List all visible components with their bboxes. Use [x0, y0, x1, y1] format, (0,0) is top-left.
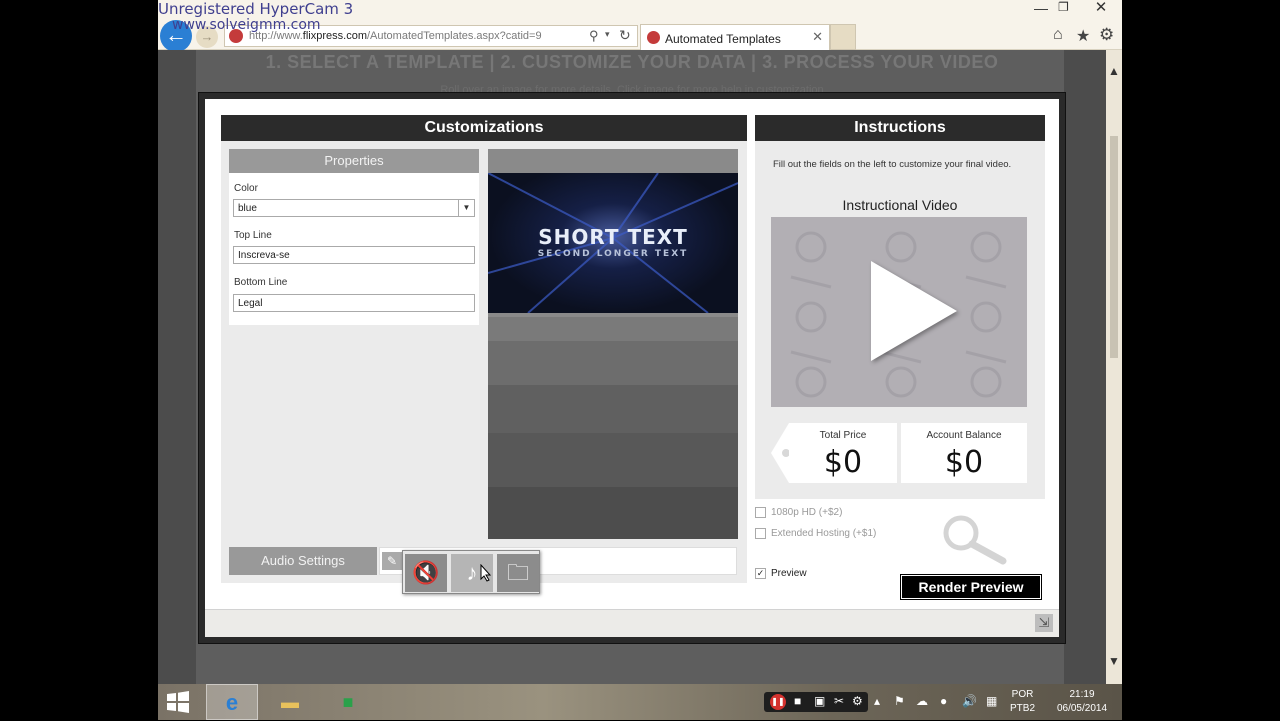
store-icon[interactable]: ■ — [322, 684, 374, 720]
account-balance-value: $0 — [944, 445, 984, 480]
instructional-video-title: Instructional Video — [842, 197, 958, 213]
properties-box: Properties Color blue ▼ Top Line Inscrev… — [229, 149, 479, 325]
audio-settings-button[interactable]: Audio Settings — [229, 547, 377, 575]
chevron-down-icon[interactable]: ▼ — [458, 200, 474, 216]
record-pause-icon[interactable]: ❚❚ — [770, 694, 786, 710]
favorites-icon[interactable]: ★ — [1076, 26, 1090, 46]
option-preview[interactable]: ✓ Preview — [755, 568, 807, 582]
hd-checkbox[interactable] — [755, 507, 766, 518]
antivirus-icon[interactable]: ● — [940, 694, 947, 708]
preview-title-text: SHORT TEXT — [538, 225, 688, 249]
color-select[interactable]: blue ▼ — [233, 199, 475, 217]
home-icon[interactable]: ⌂ — [1053, 26, 1063, 44]
total-price-value: $0 — [823, 445, 863, 480]
windows-start-icon[interactable] — [166, 690, 190, 714]
instructions-panel: Instructions Fill out the fields on the … — [755, 115, 1045, 499]
page-scrollbar[interactable]: ▲ ▼ — [1106, 50, 1122, 684]
preview-placeholder-bands — [488, 317, 738, 539]
url-path: /AutomatedTemplates.aspx?catid=9 — [366, 30, 542, 42]
stop-icon[interactable]: ■ — [794, 694, 801, 708]
bottom-line-label: Bottom Line — [234, 277, 288, 288]
language-indicator[interactable]: POR PTB2 — [1010, 688, 1035, 716]
address-dropdown-icon[interactable]: ▾ — [605, 29, 610, 40]
network-icon[interactable]: ▦ — [986, 694, 997, 708]
flag-icon[interactable]: ⚑ — [894, 694, 905, 708]
customizations-panel: Customizations Properties Color blue ▼ T… — [221, 115, 747, 583]
edit-icon[interactable]: ✎ — [382, 552, 402, 570]
account-balance-label: Account Balance — [926, 430, 1002, 441]
clock-date: 06/05/2014 — [1056, 703, 1108, 714]
template-preview-image[interactable]: SHORT TEXT SECOND LONGER TEXT — [488, 173, 738, 313]
cloud-icon[interactable]: ☁ — [916, 694, 928, 708]
clock-time: 21:19 — [1069, 689, 1095, 700]
browser-window: ← → http://www.flixpress.com/AutomatedTe… — [158, 0, 1122, 684]
page-content: 1. SELECT A TEMPLATE | 2. CUSTOMIZE YOUR… — [158, 50, 1106, 684]
option-hd[interactable]: 1080p HD (+$2) — [755, 507, 842, 521]
search-icon[interactable]: ⚲ — [589, 28, 599, 44]
settings-icon[interactable]: ⚙ — [852, 694, 863, 708]
bottom-line-input[interactable]: Legal — [233, 294, 475, 312]
keyboard-layout: PTB2 — [1010, 703, 1036, 714]
new-tab-button[interactable] — [830, 24, 856, 50]
modal-footer: ⇲ — [205, 609, 1059, 637]
screen: ← → http://www.flixpress.com/AutomatedTe… — [0, 0, 1280, 720]
top-line-label: Top Line — [234, 230, 272, 241]
audio-options-popup: 🔇 ♪ 🗀 — [402, 550, 540, 594]
account-balance-box: Account Balance $0 — [901, 423, 1027, 483]
total-price-label: Total Price — [819, 430, 867, 441]
preview-label: Preview — [771, 568, 807, 580]
scroll-thumb[interactable] — [1110, 136, 1118, 358]
internet-explorer-icon[interactable]: e — [206, 684, 258, 720]
recorder-watermark-url: www.solveigmm.com — [172, 17, 321, 33]
magnifier-icon — [943, 515, 1007, 565]
preview-checkbox[interactable]: ✓ — [755, 568, 766, 579]
scroll-down-icon[interactable]: ▼ — [1108, 654, 1120, 668]
chevron-up-icon[interactable]: ▴ — [874, 694, 880, 708]
customizations-header: Customizations — [221, 115, 747, 141]
properties-header[interactable]: Properties — [229, 149, 479, 173]
clock[interactable]: 21:19 06/05/2014 — [1050, 688, 1114, 716]
scroll-up-icon[interactable]: ▲ — [1108, 64, 1120, 78]
refresh-icon[interactable]: ↻ — [619, 27, 631, 44]
instructional-video-player[interactable] — [771, 217, 1027, 407]
total-price-box: Total Price $0 — [789, 423, 897, 483]
file-explorer-icon[interactable]: ▬ — [264, 684, 316, 720]
customize-modal: Customizations Properties Color blue ▼ T… — [198, 92, 1066, 644]
mute-audio-icon[interactable]: 🔇 — [405, 554, 447, 592]
tab-automated-templates[interactable]: Automated Templates ✕ — [640, 24, 830, 50]
hosting-label: Extended Hosting (+$1) — [771, 528, 877, 540]
maximize-button[interactable]: ❐ — [1058, 0, 1069, 14]
preview-column: SHORT TEXT SECOND LONGER TEXT — [488, 149, 738, 539]
instructions-header: Instructions — [755, 115, 1045, 141]
color-label: Color — [234, 183, 258, 194]
resize-icon[interactable]: ⇲ — [1035, 614, 1053, 632]
tab-favicon-icon — [647, 31, 660, 44]
render-preview-button[interactable]: Render Preview — [900, 574, 1042, 600]
cursor-toggle-icon[interactable]: ✂ — [834, 694, 844, 708]
preview-subtitle-text: SECOND LONGER TEXT — [537, 249, 689, 259]
tab-close-icon[interactable]: ✕ — [812, 29, 823, 45]
taskbar: e ▬ ■ ❚❚ ■ ▣ ✂ ⚙ ▴ ⚑ ☁ ● 🔊 ▦ POR PTB2 21… — [158, 684, 1122, 720]
window-close-button[interactable]: ✕ — [1082, 0, 1120, 16]
gear-icon[interactable]: ⚙ — [1099, 25, 1114, 45]
instructions-text: Fill out the fields on the left to custo… — [773, 159, 1012, 170]
recorder-watermark: Unregistered HyperCam 3 — [158, 0, 354, 18]
steps-heading: 1. SELECT A TEMPLATE | 2. CUSTOMIZE YOUR… — [265, 52, 999, 72]
volume-icon[interactable]: 🔊 — [962, 694, 977, 708]
mouse-cursor-icon — [480, 564, 492, 582]
modal-body: Customizations Properties Color blue ▼ T… — [205, 99, 1059, 637]
camera-icon[interactable]: ▣ — [814, 694, 825, 708]
color-select-value: blue — [238, 203, 257, 214]
language-code: POR — [1011, 689, 1034, 700]
hosting-checkbox[interactable] — [755, 528, 766, 539]
play-icon[interactable] — [871, 261, 957, 361]
tab-title: Automated Templates — [665, 32, 781, 46]
option-extended-hosting[interactable]: Extended Hosting (+$1) — [755, 528, 876, 542]
hd-label: 1080p HD (+$2) — [771, 507, 843, 519]
top-line-input[interactable]: Inscreva-se — [233, 246, 475, 264]
folder-icon[interactable]: 🗀 — [497, 554, 539, 592]
minimize-button[interactable]: — — [1034, 0, 1048, 16]
recorder-controls: ❚❚ ■ ▣ ✂ ⚙ — [764, 692, 868, 712]
